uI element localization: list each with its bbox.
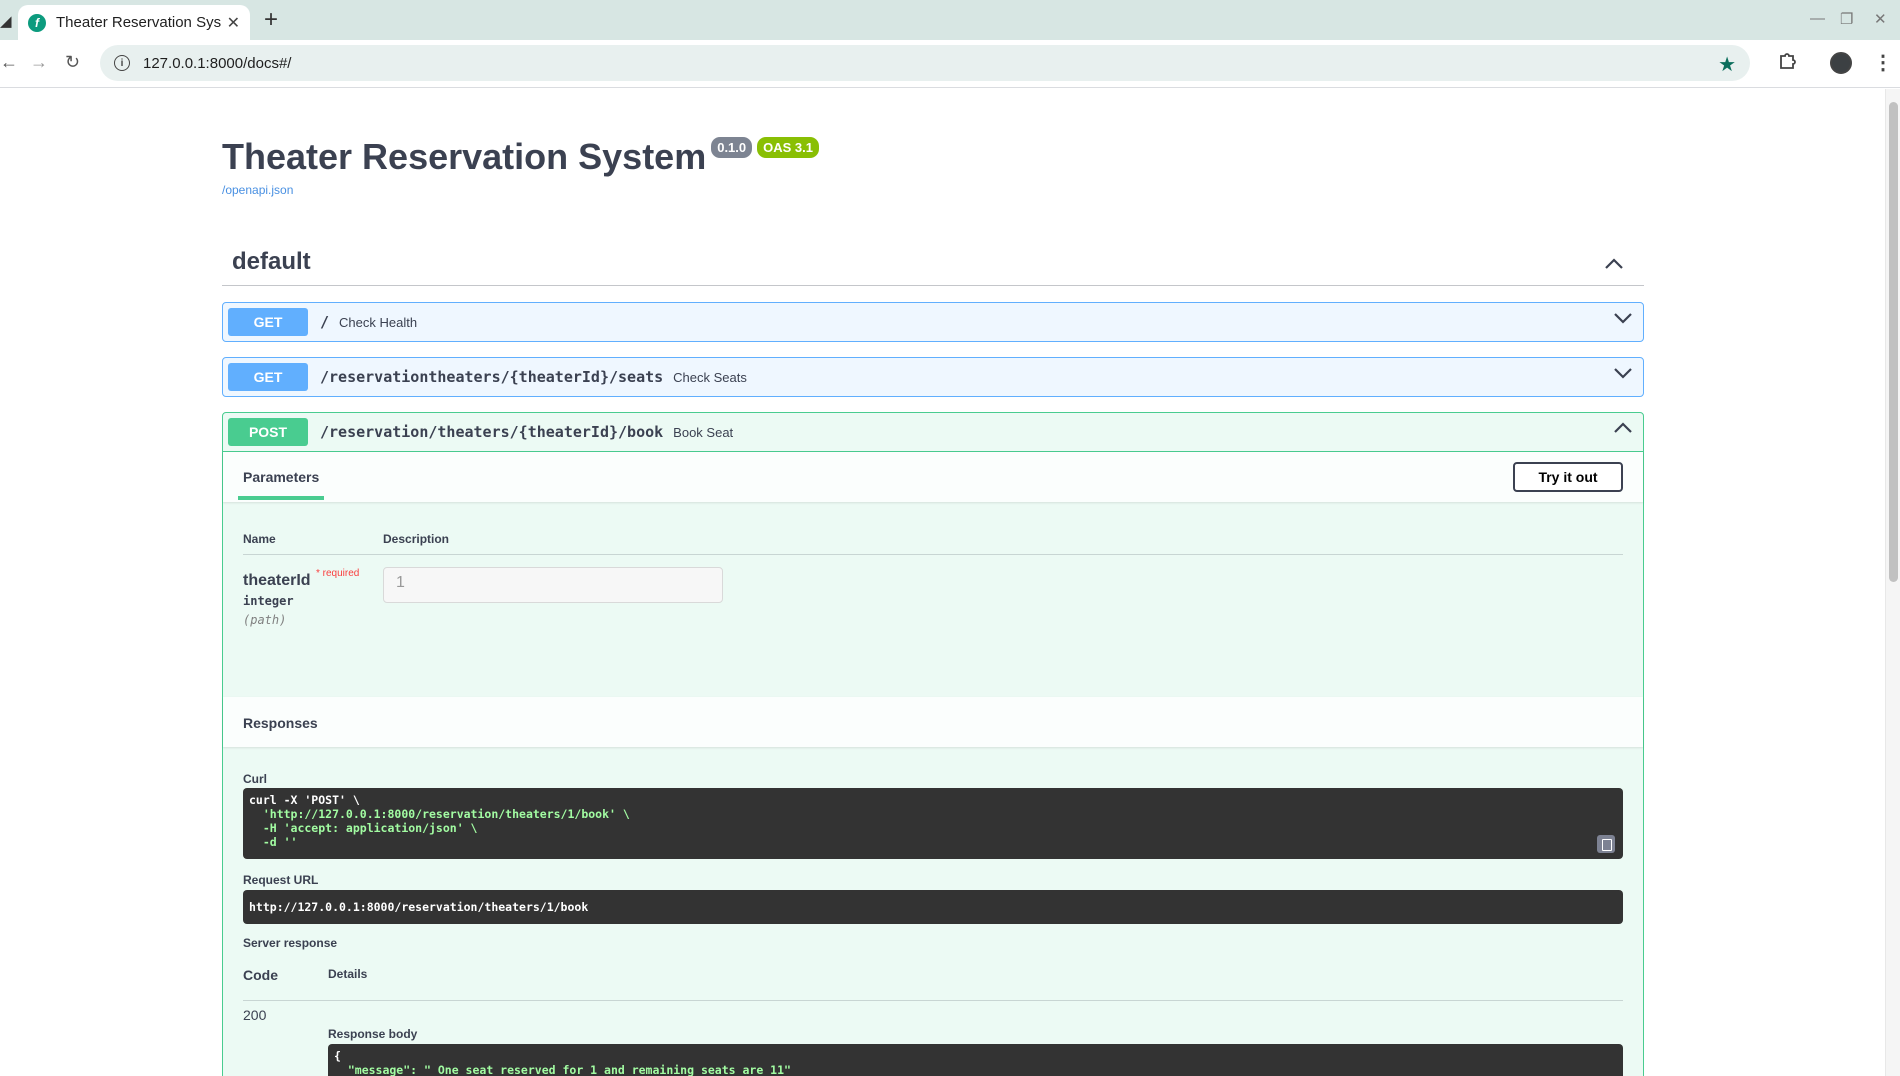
tab-active-indicator <box>238 496 324 500</box>
browser-tab[interactable]: f Theater Reservation Sys ✕ <box>18 5 250 40</box>
opblock-get-check-seats[interactable]: GET /reservationtheaters/{theaterId}/sea… <box>222 357 1644 397</box>
method-badge: GET <box>228 308 308 336</box>
curl-line: -H 'accept: application/json' \ <box>249 821 478 835</box>
try-it-out-button[interactable]: Try it out <box>1513 462 1623 492</box>
address-bar[interactable]: i 127.0.0.1:8000/docs#/ ★ <box>100 45 1750 81</box>
forward-icon[interactable]: → <box>30 52 48 73</box>
swagger-page: Theater Reservation System 0.1.0 OAS 3.1… <box>0 89 1885 1076</box>
oas-badge: OAS 3.1 <box>757 137 819 158</box>
divider <box>243 1000 1623 1001</box>
op-summary[interactable]: GET / Check Health <box>223 303 1643 341</box>
page-title: Theater Reservation System <box>222 136 707 177</box>
response-body-label: Response body <box>328 1027 418 1041</box>
back-icon[interactable]: ← <box>0 52 18 73</box>
op-body: Parameters Try it out Name Description t… <box>223 451 1643 1076</box>
parameters-header: Parameters Try it out <box>223 452 1643 502</box>
method-badge: GET <box>228 363 308 391</box>
page-scrollbar[interactable] <box>1885 89 1900 1076</box>
op-summary[interactable]: GET /reservationtheaters/{theaterId}/sea… <box>223 358 1643 396</box>
tag-section-default[interactable]: default <box>222 244 1644 286</box>
op-summary-text: Book Seat <box>673 424 734 440</box>
bookmark-star-icon[interactable]: ★ <box>1718 52 1736 77</box>
close-icon[interactable]: ✕ <box>227 13 240 33</box>
param-in: (path) <box>243 613 287 627</box>
tab-title: Theater Reservation Sys <box>56 14 221 31</box>
copy-icon[interactable] <box>1597 835 1615 853</box>
theater-id-input[interactable]: 1 <box>383 567 723 603</box>
scrollbar-thumb[interactable] <box>1889 102 1898 582</box>
responses-body: Curl curl -X 'POST' \ 'http://127.0.0.1:… <box>223 747 1643 1076</box>
extensions-icon[interactable] <box>1778 50 1798 72</box>
response-line: "message": " One seat reserved for 1 and… <box>334 1063 791 1076</box>
responses-title: Responses <box>243 715 318 731</box>
op-summary-text: Check Health <box>339 314 418 330</box>
chevron-down-icon[interactable] <box>1613 311 1633 325</box>
kebab-menu-icon[interactable]: ⋮ <box>1873 50 1893 75</box>
param-name: theaterId <box>243 572 311 589</box>
responses-header: Responses <box>223 697 1643 747</box>
tab-edge-icon: ◢ <box>0 13 12 30</box>
op-path: /reservationtheaters/{theaterId}/seats <box>320 368 664 386</box>
code-column-header: Code <box>243 967 278 983</box>
request-url-block[interactable]: http://127.0.0.1:8000/reservation/theate… <box>243 890 1623 924</box>
op-summary[interactable]: POST /reservation/theaters/{theaterId}/b… <box>223 413 1643 451</box>
minimize-icon[interactable]: — <box>1810 10 1825 27</box>
response-body-block[interactable]: { "message": " One seat reserved for 1 a… <box>328 1044 1623 1076</box>
profile-avatar-icon[interactable] <box>1830 52 1852 74</box>
info-icon[interactable]: i <box>114 55 130 71</box>
curl-code-block[interactable]: curl -X 'POST' \ 'http://127.0.0.1:8000/… <box>243 788 1623 859</box>
server-response-label: Server response <box>243 936 338 950</box>
window-close-icon[interactable]: ✕ <box>1874 10 1887 28</box>
url-text[interactable]: 127.0.0.1:8000/docs#/ <box>143 55 291 72</box>
section-title: default <box>232 248 311 275</box>
version-badge: 0.1.0 <box>711 137 753 158</box>
chevron-up-icon[interactable] <box>1604 257 1624 271</box>
opblock-post-book-seat: POST /reservation/theaters/{theaterId}/b… <box>222 412 1644 1076</box>
col-header-description: Description <box>383 532 450 546</box>
param-required: * required <box>316 568 360 579</box>
param-type: integer <box>243 594 294 608</box>
openapi-json-link[interactable]: /openapi.json <box>222 183 293 197</box>
reload-icon[interactable]: ↻ <box>65 52 80 73</box>
request-url-label: Request URL <box>243 873 319 887</box>
chevron-up-icon[interactable] <box>1613 421 1633 435</box>
curl-line: -d '' <box>249 835 298 849</box>
col-header-name: Name <box>243 532 276 546</box>
new-tab-icon[interactable]: + <box>264 8 278 32</box>
op-path: / <box>320 313 330 331</box>
curl-line: 'http://127.0.0.1:8000/reservation/theat… <box>249 807 630 821</box>
method-badge: POST <box>228 418 308 446</box>
op-path: /reservation/theaters/{theaterId}/book <box>320 423 664 441</box>
fastapi-favicon-icon: f <box>28 13 46 32</box>
curl-label: Curl <box>243 772 267 786</box>
response-code: 200 <box>243 1007 267 1023</box>
browser-tab-bar: ◢ f Theater Reservation Sys ✕ + — ❐ ✕ <box>0 0 1900 40</box>
restore-icon[interactable]: ❐ <box>1840 10 1853 28</box>
info-header: Theater Reservation System 0.1.0 OAS 3.1 <box>222 136 819 178</box>
curl-line: curl -X 'POST' \ <box>249 793 360 807</box>
details-column-header: Details <box>328 967 368 981</box>
chevron-down-icon[interactable] <box>1613 366 1633 380</box>
response-line: { <box>334 1049 341 1063</box>
browser-toolbar: ← → ↻ i 127.0.0.1:8000/docs#/ ★ ⋮ <box>0 40 1900 88</box>
parameters-table: Name Description theaterId * required in… <box>223 502 1643 697</box>
op-summary-text: Check Seats <box>673 369 747 385</box>
opblock-get-check-health[interactable]: GET / Check Health <box>222 302 1644 342</box>
divider <box>243 554 1623 555</box>
request-url: http://127.0.0.1:8000/reservation/theate… <box>249 900 589 914</box>
tab-parameters[interactable]: Parameters <box>243 469 319 485</box>
